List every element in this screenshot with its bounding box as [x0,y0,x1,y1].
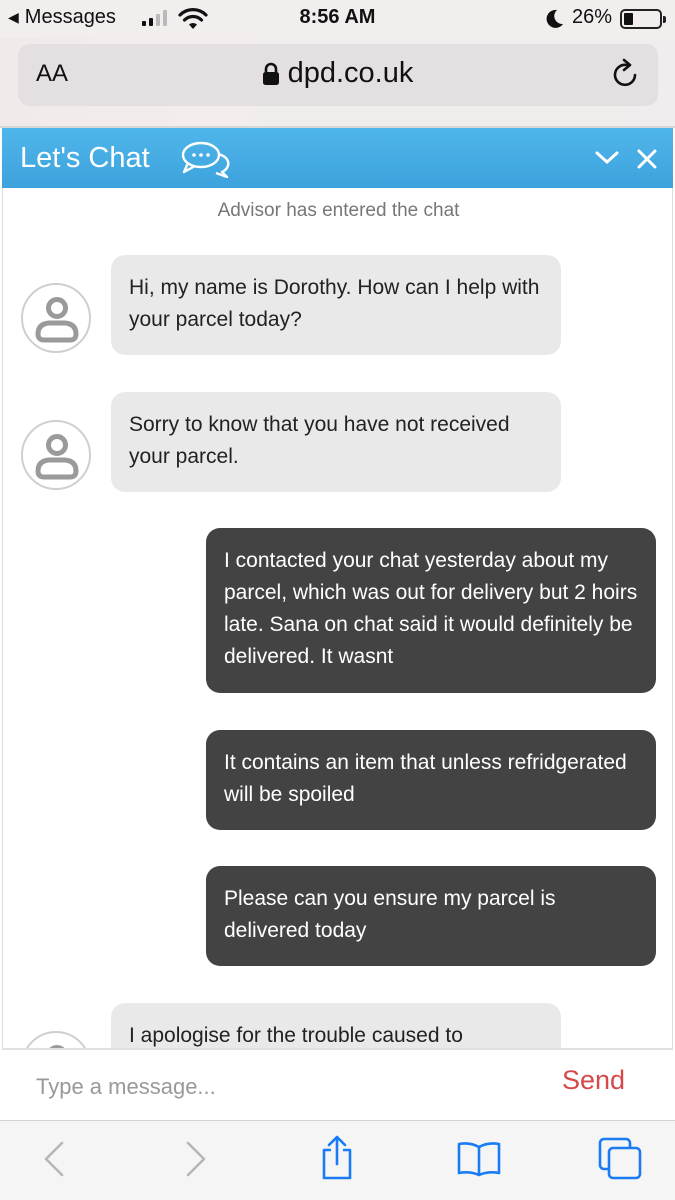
send-button[interactable]: Send [562,1065,625,1096]
agent-message-bubble: Hi, my name is Dorothy. How can I help w… [111,255,561,355]
chat-transcript[interactable]: Advisor has entered the chat Hi, my name… [2,188,673,1048]
battery-icon [620,9,666,29]
bookmarks-book-icon[interactable] [456,1141,502,1177]
lock-icon [262,62,279,85]
chat-widget: Let's Chat Advisor has entered the chat … [0,126,675,1122]
agent-avatar [21,1031,91,1048]
user-message-bubble: Please can you ensure my parcel is deliv… [206,866,656,966]
url-text: dpd.co.uk [287,57,414,89]
chat-header: Let's Chat [2,128,673,188]
battery-percentage: 26% [572,6,613,28]
status-bar: ◀ Messages 8:56 AM 26% [0,0,675,38]
chevron-down-icon[interactable] [594,150,620,166]
close-icon[interactable] [636,148,658,170]
back-chevron-icon[interactable] [42,1139,66,1179]
user-message-bubble: I contacted your chat yesterday about my… [206,528,656,693]
user-silhouette-icon [35,434,79,480]
reload-icon[interactable] [610,58,642,90]
agent-avatar [21,283,91,353]
chat-title: Let's Chat [20,142,150,174]
forward-chevron-icon[interactable] [184,1139,208,1179]
message-input[interactable] [36,1070,496,1104]
agent-avatar [21,420,91,490]
message-composer: Send [2,1048,673,1122]
agent-message-bubble: I apologise for the trouble caused to [111,1003,561,1048]
do-not-disturb-moon-icon [546,9,563,28]
browser-toolbar [0,1120,675,1200]
tabs-icon[interactable] [598,1137,644,1181]
user-silhouette-icon [35,297,79,343]
system-message: Advisor has entered the chat [217,200,460,221]
share-icon[interactable] [318,1135,356,1181]
user-message-bubble: It contains an item that unless refridge… [206,730,656,830]
browser-address-area: AA dpd.co.uk [0,38,675,128]
agent-message-bubble: Sorry to know that you have not received… [111,392,561,492]
chat-bubbles-icon [181,141,230,178]
url-display[interactable]: dpd.co.uk [0,57,675,90]
